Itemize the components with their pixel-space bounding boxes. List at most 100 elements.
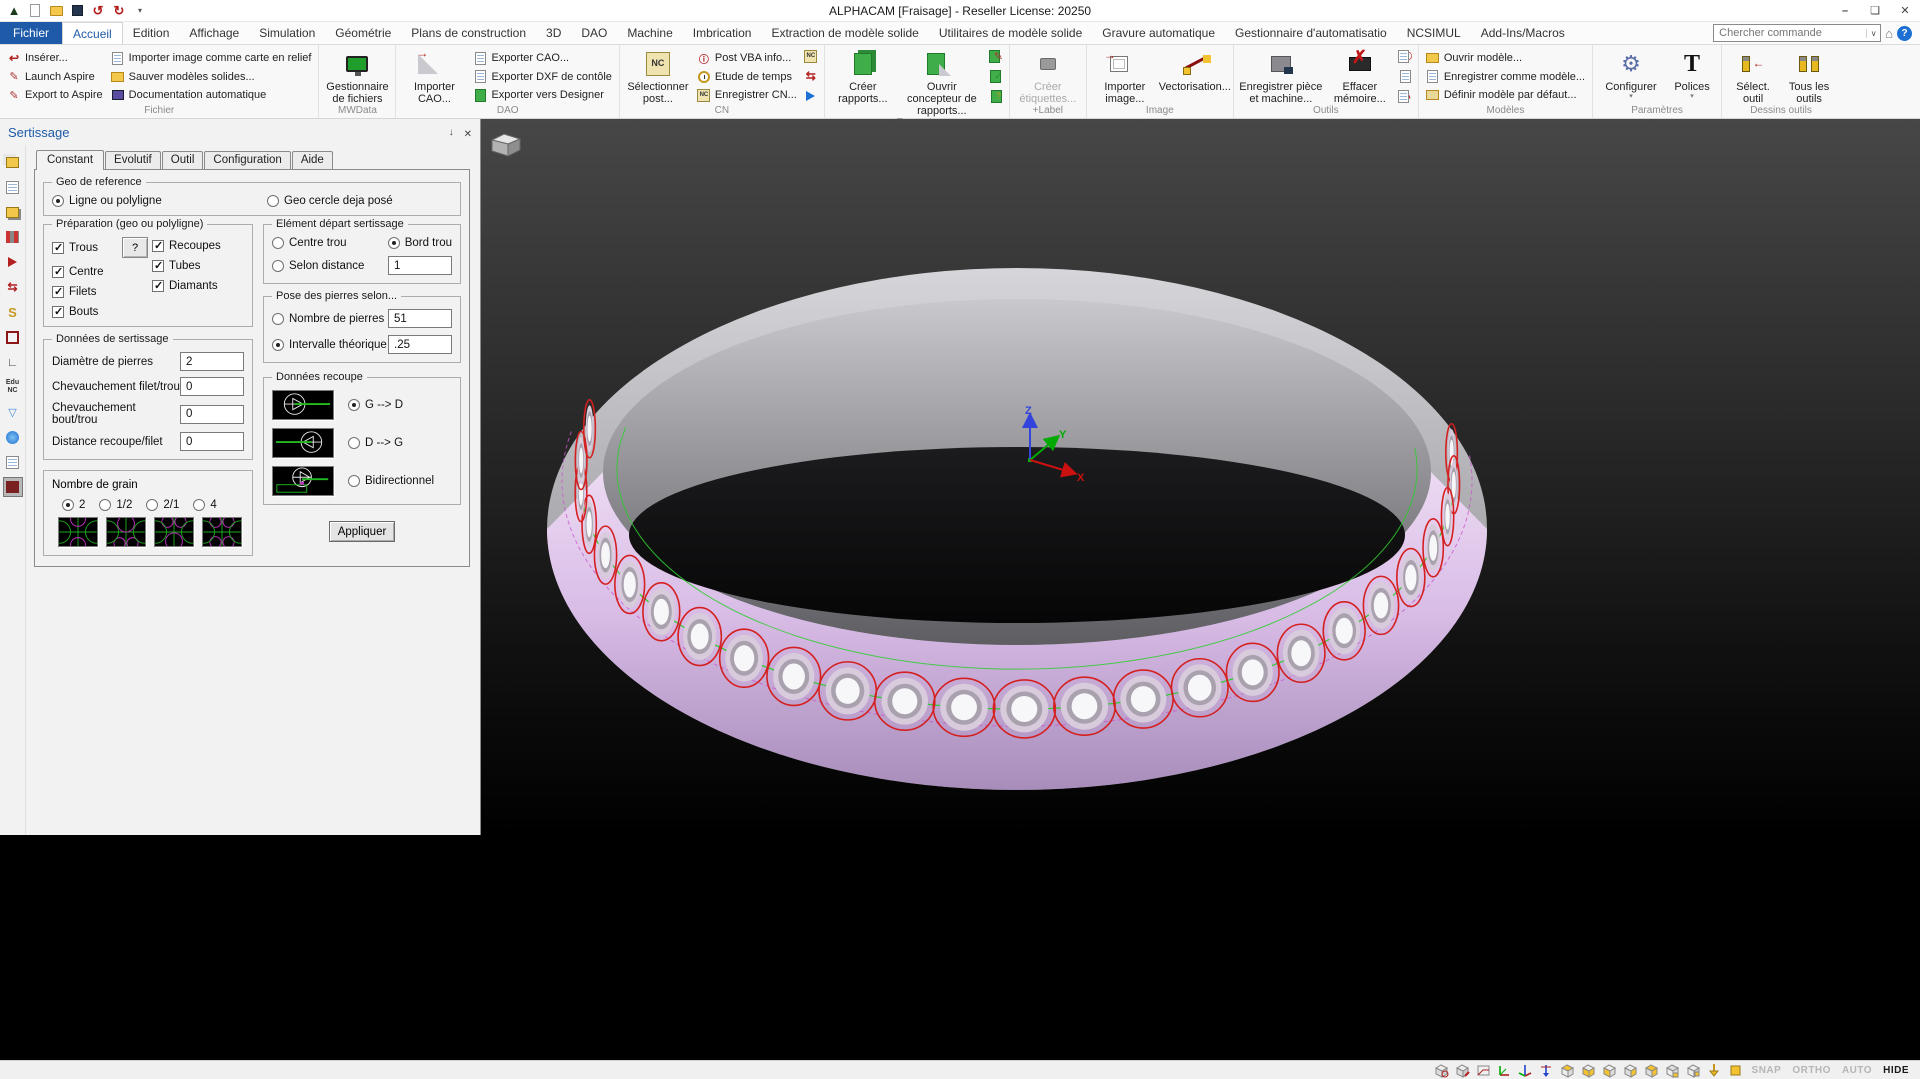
ortho-indicator[interactable]: ORTHO bbox=[1789, 1065, 1834, 1076]
home-icon[interactable] bbox=[1885, 26, 1893, 41]
time-study-button[interactable]: Etude de temps bbox=[695, 68, 799, 86]
check-trous[interactable]: Trous bbox=[52, 242, 98, 254]
import-image-button[interactable]: → Importer image... bbox=[1092, 48, 1158, 105]
view-back-icon[interactable] bbox=[1644, 1063, 1660, 1078]
radio-grain-2[interactable]: 2 bbox=[62, 499, 85, 511]
pocket-icon[interactable] bbox=[4, 328, 22, 346]
axes-xyz-icon[interactable] bbox=[1518, 1063, 1534, 1078]
tab-plans[interactable]: Plans de construction bbox=[401, 22, 536, 44]
apply-button[interactable]: Appliquer bbox=[329, 521, 395, 542]
undo-icon[interactable]: ↺ bbox=[90, 3, 106, 18]
edu-nc-icon[interactable]: Edu NC bbox=[4, 378, 22, 396]
new-document-icon[interactable] bbox=[27, 3, 43, 18]
fonts-dropdown-icon[interactable] bbox=[1690, 95, 1694, 99]
view-iso-icon[interactable] bbox=[1686, 1063, 1702, 1078]
view-cube-icon[interactable] bbox=[489, 131, 523, 159]
clear-memory-button[interactable]: Effacer mémoire... bbox=[1327, 48, 1393, 105]
radio-grain-2-1[interactable]: 2/1 bbox=[146, 499, 179, 511]
tab-dao[interactable]: DAO bbox=[571, 22, 617, 44]
stock-icon[interactable] bbox=[1728, 1063, 1744, 1078]
work-plane-icon[interactable] bbox=[1476, 1063, 1492, 1078]
inserer-button[interactable]: ↩Insérer... bbox=[5, 49, 105, 67]
launch-aspire-button[interactable]: ✎Launch Aspire bbox=[5, 68, 105, 86]
check-bouts[interactable]: Bouts bbox=[52, 306, 148, 318]
check-centre[interactable]: Centre bbox=[52, 266, 148, 278]
tool-clamp-icon[interactable]: S bbox=[4, 303, 22, 321]
snap-indicator[interactable]: SNAP bbox=[1749, 1065, 1785, 1076]
command-search-input[interactable] bbox=[1714, 27, 1866, 39]
radio-centre-trou[interactable]: Centre trou bbox=[272, 237, 347, 249]
nc-sheet-icon[interactable]: NC bbox=[803, 48, 819, 64]
view-top-icon[interactable] bbox=[1560, 1063, 1576, 1078]
auto-indicator[interactable]: AUTO bbox=[1839, 1065, 1875, 1076]
properties-icon[interactable] bbox=[4, 178, 22, 196]
panel-tab-constant[interactable]: Constant bbox=[36, 150, 104, 170]
configure-button[interactable]: ⚙ Configurer bbox=[1598, 48, 1664, 99]
select-tool-button[interactable]: ← Sélect. outil bbox=[1727, 48, 1779, 105]
filter-icon[interactable]: ▽ bbox=[4, 403, 22, 421]
check-filets[interactable]: Filets bbox=[52, 286, 148, 298]
simulation-icon[interactable] bbox=[4, 253, 22, 271]
zoom-extents-icon[interactable] bbox=[1455, 1063, 1471, 1078]
tab-addins[interactable]: Add-Ins/Macros bbox=[1471, 22, 1575, 44]
tab-imbrication[interactable]: Imbrication bbox=[683, 22, 762, 44]
open-model-button[interactable]: Ouvrir modèle... bbox=[1424, 49, 1587, 67]
default-model-button[interactable]: Définir modèle par défaut... bbox=[1424, 86, 1587, 104]
report-designer-button[interactable]: Ouvrir concepteur de rapports... bbox=[900, 48, 984, 117]
drop-z-icon[interactable] bbox=[1707, 1063, 1723, 1078]
tab-edition[interactable]: Edition bbox=[123, 22, 180, 44]
save-part-machine-button[interactable]: Enregistrer pièce et machine... bbox=[1239, 48, 1323, 105]
report-check-icon[interactable]: ✓ bbox=[988, 68, 1004, 84]
save-as-model-button[interactable]: Enregistrer comme modèle... bbox=[1424, 68, 1587, 86]
radio-d-g[interactable]: D --> G bbox=[348, 437, 403, 449]
radio-selon-distance[interactable]: Selon distance bbox=[272, 260, 364, 272]
tab-affichage[interactable]: Affichage bbox=[179, 22, 249, 44]
export-cao-button[interactable]: Exporter CAO... bbox=[471, 49, 613, 67]
axes-xy-icon[interactable] bbox=[1497, 1063, 1513, 1078]
panel-tab-outil[interactable]: Outil bbox=[162, 151, 204, 169]
tab-machine[interactable]: Machine bbox=[617, 22, 682, 44]
radio-intervalle-theorique[interactable]: Intervalle théorique bbox=[272, 339, 387, 351]
nc-transfer-icon[interactable]: ⇆ bbox=[803, 68, 819, 84]
view-bottom-icon[interactable] bbox=[1665, 1063, 1681, 1078]
radio-nombre-pierres[interactable]: Nombre de pierres bbox=[272, 313, 384, 325]
tab-extraction[interactable]: Extraction de modèle solide bbox=[761, 22, 928, 44]
pin-icon[interactable] bbox=[449, 126, 454, 138]
distance-recoupe-input[interactable] bbox=[180, 432, 244, 451]
radio-geo-cercle[interactable]: Geo cercle deja posé bbox=[267, 195, 393, 207]
radio-bord-trou[interactable]: Bord trou bbox=[388, 237, 452, 249]
preparation-help-button[interactable]: ? bbox=[122, 237, 148, 258]
distance-input[interactable] bbox=[388, 256, 452, 275]
panel-tab-aide[interactable]: Aide bbox=[292, 151, 333, 169]
configure-dropdown-icon[interactable] bbox=[1629, 95, 1633, 99]
import-relief-button[interactable]: Importer image comme carte en relief bbox=[109, 49, 314, 67]
transfer-icon[interactable]: ⇆ bbox=[4, 278, 22, 296]
command-search[interactable] bbox=[1713, 24, 1881, 42]
tab-fichier[interactable]: Fichier bbox=[0, 22, 62, 44]
intervalle-input[interactable] bbox=[388, 335, 452, 354]
redraw-view-icon[interactable] bbox=[1434, 1063, 1450, 1078]
view-right-icon[interactable] bbox=[1623, 1063, 1639, 1078]
diametre-pierres-input[interactable] bbox=[180, 352, 244, 371]
chevauchement-bout-input[interactable] bbox=[180, 405, 244, 424]
file-manager-button[interactable]: Gestionnaire de fichiers bbox=[324, 48, 390, 105]
open-file-icon[interactable] bbox=[48, 3, 64, 18]
check-recoupes[interactable]: Recoupes bbox=[152, 240, 244, 252]
close-button[interactable] bbox=[1890, 0, 1920, 21]
qat-customize-icon[interactable]: ▾ bbox=[132, 3, 148, 18]
globe-icon[interactable] bbox=[4, 428, 22, 446]
viewport-3d[interactable]: Z Y X bbox=[481, 119, 1920, 835]
import-cao-button[interactable]: → Importer CAO... bbox=[401, 48, 467, 105]
pdf-user-icon[interactable]: ✎ bbox=[1397, 88, 1413, 104]
tab-gravure[interactable]: Gravure automatique bbox=[1092, 22, 1225, 44]
auto-doc-button[interactable]: Documentation automatique bbox=[109, 86, 314, 104]
tree-icon[interactable] bbox=[4, 228, 22, 246]
export-dxf-button[interactable]: Exporter DXF de contôle bbox=[471, 68, 613, 86]
search-dropdown-icon[interactable] bbox=[1866, 29, 1880, 38]
fonts-button[interactable]: T Polices bbox=[1668, 48, 1716, 99]
create-reports-button[interactable]: Créer rapports... bbox=[830, 48, 896, 105]
radio-grain-1-2[interactable]: 1/2 bbox=[99, 499, 132, 511]
tab-simulation[interactable]: Simulation bbox=[249, 22, 325, 44]
drawing-area-lower[interactable] bbox=[0, 835, 1920, 1060]
nombre-pierres-input[interactable] bbox=[388, 309, 452, 328]
